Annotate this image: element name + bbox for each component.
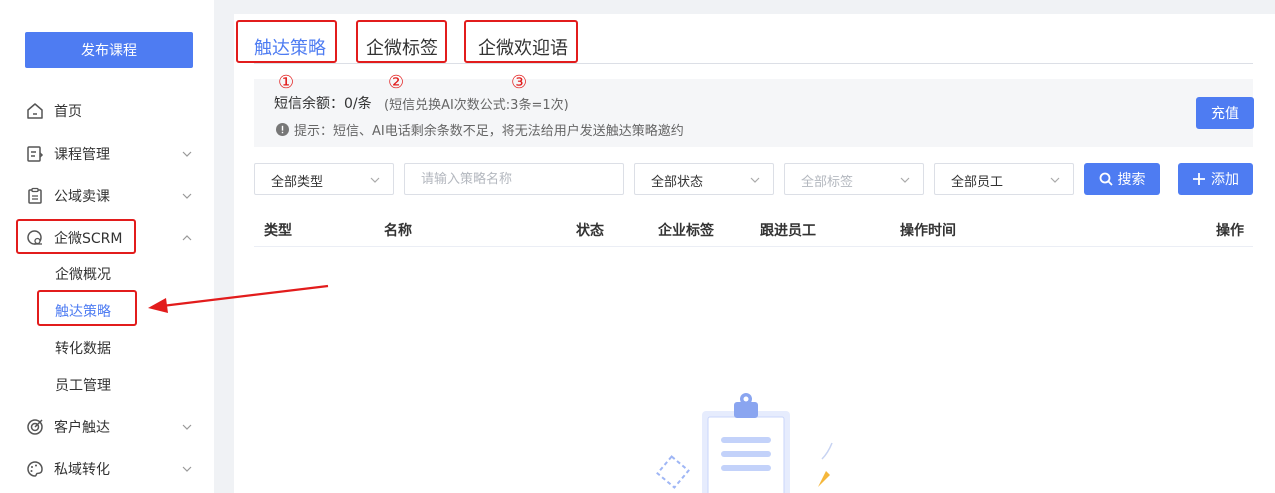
sidebar-item-label: 企微SCRM [54,231,123,247]
tag-select[interactable]: 全部标签 [784,163,924,195]
annotation-arrow [148,284,329,313]
sidebar-item-label: 首页 [54,104,82,120]
column-header-type: 类型 [264,223,292,239]
chevron-down-icon [182,193,192,199]
info-icon [276,123,289,136]
chevron-down-icon [1050,177,1060,183]
status-select-value: 全部状态 [651,175,704,190]
type-select[interactable]: 全部类型 [254,163,394,195]
palette-icon [27,461,43,477]
sms-formula: (短信兑换AI次数公式:3条=1次) [384,98,569,113]
home-icon [27,103,43,119]
chevron-down-icon [182,151,192,157]
tab-strategy[interactable]: 触达策略 [254,34,326,60]
clipboard-icon [28,187,42,204]
strategy-name-input[interactable] [404,163,624,195]
add-button[interactable]: 添加 [1178,163,1253,195]
sms-balance: 短信余额：0/条 [274,96,372,112]
chevron-down-icon [182,466,192,472]
add-button-label: 添加 [1211,172,1239,188]
annotation-number-3: ③ [511,72,528,93]
sidebar-item-label: 课程管理 [54,147,110,163]
sidebar-item-course[interactable]: 课程管理 [0,136,214,172]
sidebar-subitem-strategy[interactable]: 触达策略 [55,301,111,321]
tag-select-value: 全部标签 [801,175,854,190]
column-header-staff: 跟进员工 [760,223,816,239]
staff-select-value: 全部员工 [951,175,1004,190]
chevron-down-icon [182,424,192,430]
sidebar-item-label: 公域卖课 [54,189,110,205]
scrm-icon [27,230,42,245]
tabs-divider [254,63,1253,64]
search-button-label: 搜索 [1117,172,1146,188]
notice-tip-text: 提示：短信、AI电话剩余条数不足，将无法给用户发送触达策略邀约 [294,124,684,139]
notice-tip: 提示：短信、AI电话剩余条数不足，将无法给用户发送触达策略邀约 [276,120,684,139]
column-header-name: 名称 [384,223,412,239]
column-header-status: 状态 [576,223,604,239]
sidebar-item-public-sales[interactable]: 公域卖课 [0,178,214,214]
staff-select[interactable]: 全部员工 [934,163,1074,195]
search-button[interactable]: 搜索 [1084,163,1160,195]
sidebar-subitem-conversion-data[interactable]: 转化数据 [55,338,111,358]
sidebar-subitem-overview[interactable]: 企微概况 [55,264,111,284]
sidebar-subitem-staff[interactable]: 员工管理 [55,375,111,395]
publish-course-button[interactable]: 发布课程 [25,32,193,68]
annotation-number-2: ② [388,72,405,93]
table-header: 类型 名称 状态 企业标签 跟进员工 操作时间 操作 [254,212,1253,247]
sidebar-item-home[interactable]: 首页 [0,93,214,129]
column-header-time: 操作时间 [900,223,956,239]
sidebar-item-customer-reach[interactable]: 客户触达 [0,409,214,445]
tab-welcome[interactable]: 企微欢迎语 [478,34,568,60]
active-tab-underline [252,61,326,63]
sidebar-item-label: 私域转化 [54,462,110,478]
chevron-up-icon [182,235,192,241]
search-icon [1099,172,1113,186]
chevron-down-icon [900,177,910,183]
recharge-button[interactable]: 充值 [1196,97,1254,129]
sidebar-item-label: 客户触达 [54,420,110,436]
plus-icon [1193,173,1205,185]
tab-tags[interactable]: 企微标签 [366,34,438,60]
status-select[interactable]: 全部状态 [634,163,774,195]
course-icon [27,146,44,162]
sidebar: 发布课程 首页 课程管理 公域卖课 企微SCRM 企微概况 触达策略 转化数据 … [0,0,214,493]
target-icon [27,419,43,435]
sidebar-item-private-conversion[interactable]: 私域转化 [0,451,214,487]
sidebar-item-scrm[interactable]: 企微SCRM [0,220,214,256]
column-header-action: 操作 [1216,223,1244,239]
column-header-tag: 企业标签 [658,223,714,239]
type-select-value: 全部类型 [271,175,324,190]
empty-state-illustration [656,393,833,493]
annotation-number-1: ① [278,72,295,93]
main-panel: 触达策略 企微标签 企微欢迎语 短信余额：0/条 (短信兑换AI次数公式:3条=… [234,14,1275,493]
chevron-down-icon [370,177,380,183]
chevron-down-icon [750,177,760,183]
